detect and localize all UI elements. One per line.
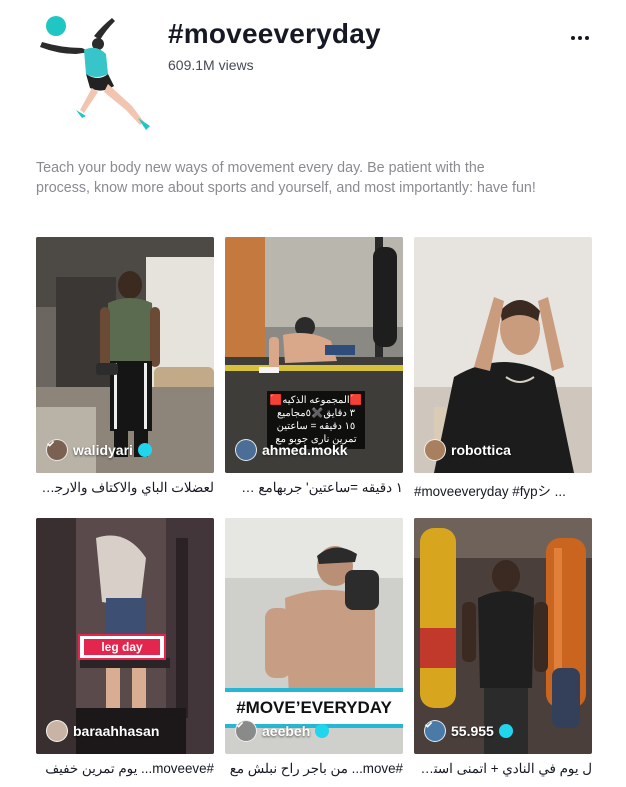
video-author[interactable]: baraahhasan bbox=[46, 720, 159, 742]
video-caption[interactable]: لعضلات الباي والاكتاف والارجل ... bbox=[36, 480, 214, 496]
verified-badge-icon bbox=[46, 440, 152, 457]
verified-badge-icon bbox=[424, 721, 513, 738]
username: walidyari bbox=[73, 442, 133, 458]
username: baraahhasan bbox=[73, 723, 160, 739]
video-thumbnail[interactable]: #MOVE’EVERYDAY aeebeh bbox=[225, 518, 403, 754]
view-count: 609.1M views bbox=[168, 57, 254, 73]
video-author[interactable]: 55.955 bbox=[424, 720, 513, 742]
video-author[interactable]: walidyari bbox=[46, 439, 152, 461]
hashtag-title: #moveeveryday bbox=[168, 18, 381, 49]
video-caption[interactable]: #moveeveryday #fypシ ... bbox=[414, 480, 592, 500]
username: ahmed.mokk bbox=[262, 442, 348, 458]
video-thumbnail[interactable]: 55.955 bbox=[414, 518, 592, 754]
video-caption[interactable]: #move... من باجر راح نبلش مع bbox=[225, 761, 403, 777]
video-frame-punching-bags bbox=[414, 518, 592, 754]
avatar bbox=[46, 720, 68, 742]
video-caption[interactable]: ١ دقيقه =ساعتين' جربهامع 🧰 ... bbox=[225, 480, 403, 496]
video-author[interactable]: robottica bbox=[424, 439, 511, 461]
video-thumbnail[interactable]: leg day baraahhasan bbox=[36, 518, 214, 754]
video-caption[interactable]: #moveeve... يوم تمرين خفيف bbox=[36, 761, 214, 777]
video-thumbnail[interactable]: 🟥المجموعه الذكيه🟥 ٣ دقايق✖️٥مجاميع ١٥ دق… bbox=[225, 237, 403, 473]
hashtag-description: Teach your body new ways of movement eve… bbox=[36, 160, 536, 196]
username: aeebeh bbox=[262, 723, 311, 739]
overlay-line: ١٥ دقيقه = ساعتين bbox=[276, 421, 356, 432]
username: robottica bbox=[451, 442, 511, 458]
leg-day-sticker: leg day bbox=[78, 634, 166, 660]
hashtag-header: #moveeveryday 609.1M views bbox=[0, 0, 626, 150]
avatar bbox=[235, 439, 257, 461]
overlay-line: ٣ دقايق✖️٥مجاميع bbox=[277, 408, 355, 419]
video-thumbnail[interactable]: walidyari bbox=[36, 237, 214, 473]
verified-badge-icon bbox=[235, 721, 330, 738]
more-options-icon[interactable] bbox=[564, 24, 596, 52]
volleyball-player-illustration bbox=[40, 16, 150, 130]
video-author[interactable]: ahmed.mokk bbox=[235, 439, 348, 461]
video-frame-gym-man bbox=[36, 237, 214, 473]
overlay-line: 🟥المجموعه الذكيه🟥 bbox=[269, 395, 363, 406]
video-author[interactable]: aeebeh bbox=[235, 720, 330, 742]
video-frame-woman-hair bbox=[414, 237, 592, 473]
username: 55.955 bbox=[451, 723, 494, 739]
avatar bbox=[424, 439, 446, 461]
video-caption[interactable]: ل يوم في النادي + اتمنى استفدت ... bbox=[414, 761, 592, 777]
video-thumbnail[interactable]: robottica bbox=[414, 237, 592, 473]
